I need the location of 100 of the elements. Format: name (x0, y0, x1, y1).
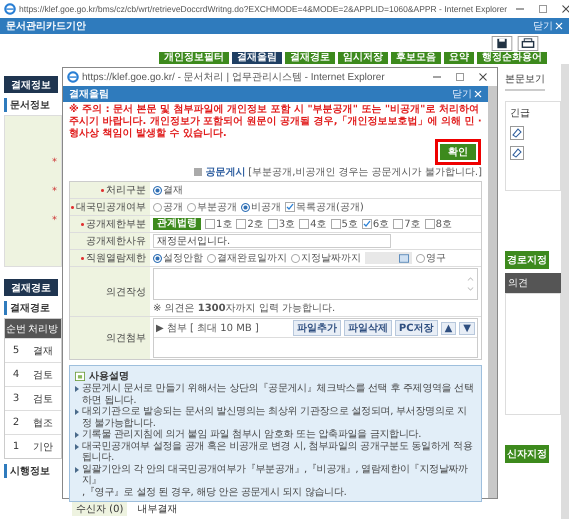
checkbox-label[interactable]: 3호 (278, 217, 296, 231)
checkbox-label[interactable]: 5호 (342, 217, 358, 231)
view-body-link[interactable]: 본문보기 (505, 72, 545, 91)
checkbox[interactable] (424, 219, 435, 229)
warning-text: ※ 주의 : 문서 본문 및 첨부파일에 개인정보 포함 시 "부분공개" 또는 "비공개"로 처리하여 주시기 바랍니다. 개인정보가 포함되어 원문이 공개될 경우,「개인정보보호법」에 의해 민 · 형사상 책임이 발생할 수 있습니다. (69, 104, 482, 140)
attachment-button[interactable]: PC저장 (394, 320, 438, 336)
usage-title: 사용설명 (89, 370, 129, 383)
checkbox[interactable] (205, 219, 215, 229)
checkbox[interactable] (236, 219, 246, 229)
checkbox[interactable] (268, 219, 278, 229)
attachment-button[interactable]: 파일추가 (292, 320, 341, 336)
checkbox[interactable] (285, 202, 295, 212)
radio-button[interactable] (153, 254, 162, 262)
checkbox-label[interactable]: 1호 (216, 217, 232, 231)
field-label: 처리구분 (106, 184, 146, 197)
radio-button[interactable] (153, 202, 162, 212)
radio-label[interactable]: 설정안함 (163, 251, 203, 265)
toolbar-button[interactable]: 요약 (444, 52, 474, 64)
checkbox[interactable] (362, 219, 372, 229)
scroll-arrows-icon[interactable] (467, 275, 474, 293)
usage-item: 일괄기안의 각 안의 대국민공개여부가『부분공개』,『비공개』, 열람제한이『지정날짜까지』 ,『영구』로 설정 된 경우, 해당 안은 공문게시 되지 않습니다. (82, 464, 469, 498)
maximize-icon[interactable] (455, 72, 465, 82)
radio-button[interactable] (241, 202, 250, 212)
bullet-icon (75, 466, 79, 472)
toolbar-button[interactable]: 결재올림 (232, 52, 282, 64)
checkbox-label[interactable]: 2호 (247, 217, 264, 231)
checkbox-label[interactable]: 목록공개(공개) (296, 200, 364, 214)
table-cell-text: 협조 (32, 416, 54, 430)
toolbar-button[interactable]: 후보모음 (391, 52, 441, 64)
radio-button[interactable] (207, 254, 216, 262)
column-header: 의견 (505, 273, 561, 293)
checkbox-label[interactable]: 4호 (310, 217, 326, 231)
tab[interactable]: 결재경로 (4, 279, 58, 296)
toolbar-button[interactable]: 결재경로 (285, 52, 335, 64)
checkbox[interactable] (330, 219, 340, 229)
scrollbar[interactable] (561, 64, 569, 519)
recipient-label: 수신자 (0) (72, 502, 128, 516)
close-button[interactable]: 닫기 (533, 19, 553, 33)
table-cell-text: 기안 (32, 440, 54, 454)
toolbar-button[interactable]: 행정순화용어 (477, 52, 547, 64)
save-icon[interactable] (491, 36, 513, 51)
checkbox[interactable] (299, 219, 310, 229)
eraser-icon[interactable] (510, 126, 524, 140)
print-icon[interactable] (517, 36, 539, 51)
toolbar-button[interactable]: 임시저장 (338, 52, 388, 64)
field-label: 대국민공개여부 (76, 201, 146, 214)
posting-note: [부분공개,비공개인 경우는 공문게시가 불가합니다.] (248, 166, 482, 179)
radio-label[interactable]: 결재 (163, 183, 183, 197)
checkbox-label[interactable]: 8호 (436, 217, 452, 231)
toolbar-button[interactable]: 개인정보필터 (159, 52, 229, 64)
date-field[interactable] (365, 252, 412, 264)
attachment-button[interactable]: 파일삭제 (344, 320, 392, 336)
table-cell-text: 5 (12, 345, 20, 356)
field-label: 공개제한부분 (86, 218, 146, 231)
usage-item: 대외기관으로 발송되는 문서의 발신명의는 최상위 기관장으로 설정되며, 부서장명의로 지정 불가능합니다. (82, 406, 468, 429)
checkbox-label[interactable]: 7호 (404, 217, 421, 231)
checkbox-label[interactable]: 6호 (372, 217, 390, 231)
scrollbar[interactable] (488, 86, 497, 498)
radio-label[interactable]: 비공개 (251, 200, 281, 214)
radio-button[interactable] (153, 186, 162, 194)
browser-logo-icon (67, 71, 79, 83)
tab[interactable]: 결재정보 (4, 76, 58, 93)
opinion-note: ※ 의견은 1300자까지 입력 가능합니다. (153, 302, 336, 315)
radio-label[interactable]: 지정날짜까지 (301, 251, 361, 265)
opinion-textarea[interactable] (153, 268, 478, 300)
field-label: * (52, 214, 57, 226)
checkbox[interactable] (194, 168, 202, 176)
radio-button[interactable] (187, 202, 196, 212)
radio-label[interactable]: 부분공개 (197, 200, 237, 214)
radio-label[interactable]: 공개 (163, 200, 183, 214)
radio-button[interactable] (416, 254, 425, 262)
close-icon[interactable] (561, 4, 569, 14)
checkbox[interactable] (393, 219, 404, 229)
checkbox-label[interactable]: 공문게시 (205, 165, 246, 179)
bullet-icon (75, 444, 79, 450)
table-cell-text: 결재 (32, 344, 54, 358)
route-button[interactable]: 경로지정 (505, 251, 549, 269)
column-header: 처리방 (27, 322, 59, 336)
usage-item: 공문게시 문서로 만들기 위해서는 상단의『공문게시』체크박스를 선택 후 주제영역을 선택하면 됩니다. (82, 383, 475, 406)
window-title: https://klef.goe.go.kr/ - 문서처리 | 업무관리시스템 - Internet Explorer (82, 71, 386, 84)
radio-label[interactable]: 결재완료일까지 (217, 251, 287, 265)
recipient-button[interactable]: 신자지정 (505, 445, 549, 463)
eraser-icon[interactable] (510, 146, 524, 160)
attachment-caption: ▶ 첨부 [ 최대 10 MB ] (156, 322, 260, 335)
table-cell-text: 2 (12, 417, 20, 428)
confirm-button[interactable]: 확인 (440, 144, 476, 160)
law-button[interactable]: 관계법령 (153, 218, 201, 230)
table-cell-text: 4 (12, 369, 20, 380)
close-icon[interactable] (478, 72, 488, 82)
field-label: 의견작성 (106, 286, 146, 298)
attachment-button[interactable]: ▼ (459, 322, 475, 334)
reason-field[interactable]: 재정문서입니다. (153, 234, 391, 248)
radio-label[interactable]: 영구 (426, 251, 446, 265)
radio-button[interactable] (291, 254, 300, 262)
close-button[interactable]: 닫기 (452, 87, 472, 101)
attachment-button[interactable]: ▲ (440, 322, 456, 334)
field-label: 공개제한사유 (86, 235, 146, 248)
table-cell-text: 검토 (32, 368, 54, 382)
page-title: 문서관리카드기안 (6, 20, 86, 33)
maximize-icon[interactable] (538, 4, 548, 14)
